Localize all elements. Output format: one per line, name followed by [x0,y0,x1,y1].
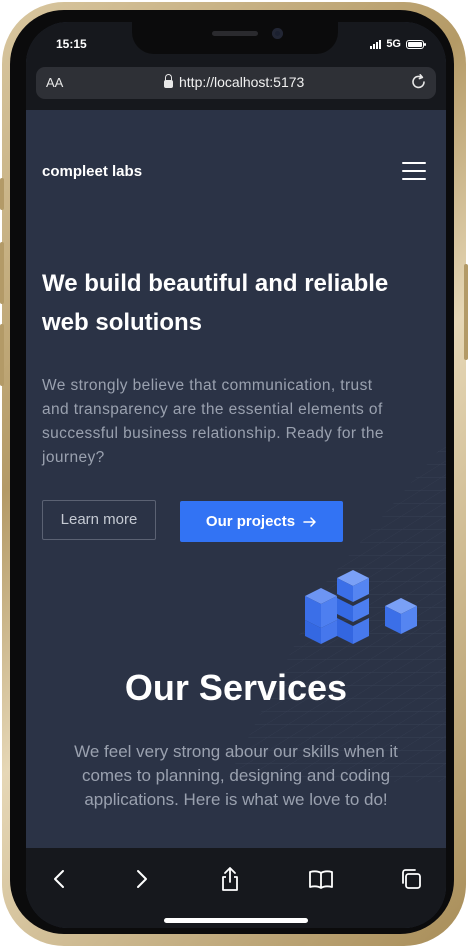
bookmarks-icon[interactable] [306,864,336,894]
forward-icon[interactable] [127,864,157,894]
site-logo[interactable]: compleet labs [42,163,142,180]
address-bar[interactable]: AA http://localhost:5173 [36,67,436,99]
services-title: Our Services [124,667,348,708]
back-icon[interactable] [44,864,74,894]
status-indicators: 5G [370,38,426,50]
reload-icon[interactable] [410,73,428,91]
learn-more-button[interactable]: Learn more [42,500,156,540]
signal-icon [370,39,382,49]
our-projects-label: Our projects [205,513,296,530]
front-camera [272,28,283,39]
battery-icon [406,39,426,49]
lock-icon [164,74,173,88]
hamburger-menu-icon[interactable] [402,162,426,180]
url-display[interactable]: http://localhost:5173 [164,74,304,90]
browser-url-area: AA http://localhost:5173 [26,62,446,110]
power-button [464,264,468,360]
site-navbar: compleet labs [26,162,446,192]
hero-description: We strongly believe that communication, … [42,377,384,466]
our-projects-button[interactable]: Our projects [180,501,343,542]
status-time: 15:15 [56,37,87,51]
volume-down-button [0,324,4,386]
services-description: We feel very strong abour our skills whe… [74,742,398,809]
text-size-button[interactable]: AA [46,75,63,90]
browser-toolbar [26,848,446,928]
url-text: http://localhost:5173 [179,74,305,90]
hero-title: We build beautiful and reliable web solu… [42,270,389,336]
blocks-illustration [305,570,417,644]
tabs-icon[interactable] [396,864,426,894]
home-indicator [164,918,308,923]
share-icon[interactable] [215,864,245,894]
phone-screen: 15:15 5G AA http://localhost:5173 comple… [26,22,446,928]
volume-up-button [0,242,4,304]
arrow-right-icon [303,516,316,527]
notch [132,22,338,54]
network-label: 5G [386,38,401,50]
mute-switch [0,178,4,210]
grid-pattern-decoration [226,442,446,782]
speaker-grille [212,31,258,36]
